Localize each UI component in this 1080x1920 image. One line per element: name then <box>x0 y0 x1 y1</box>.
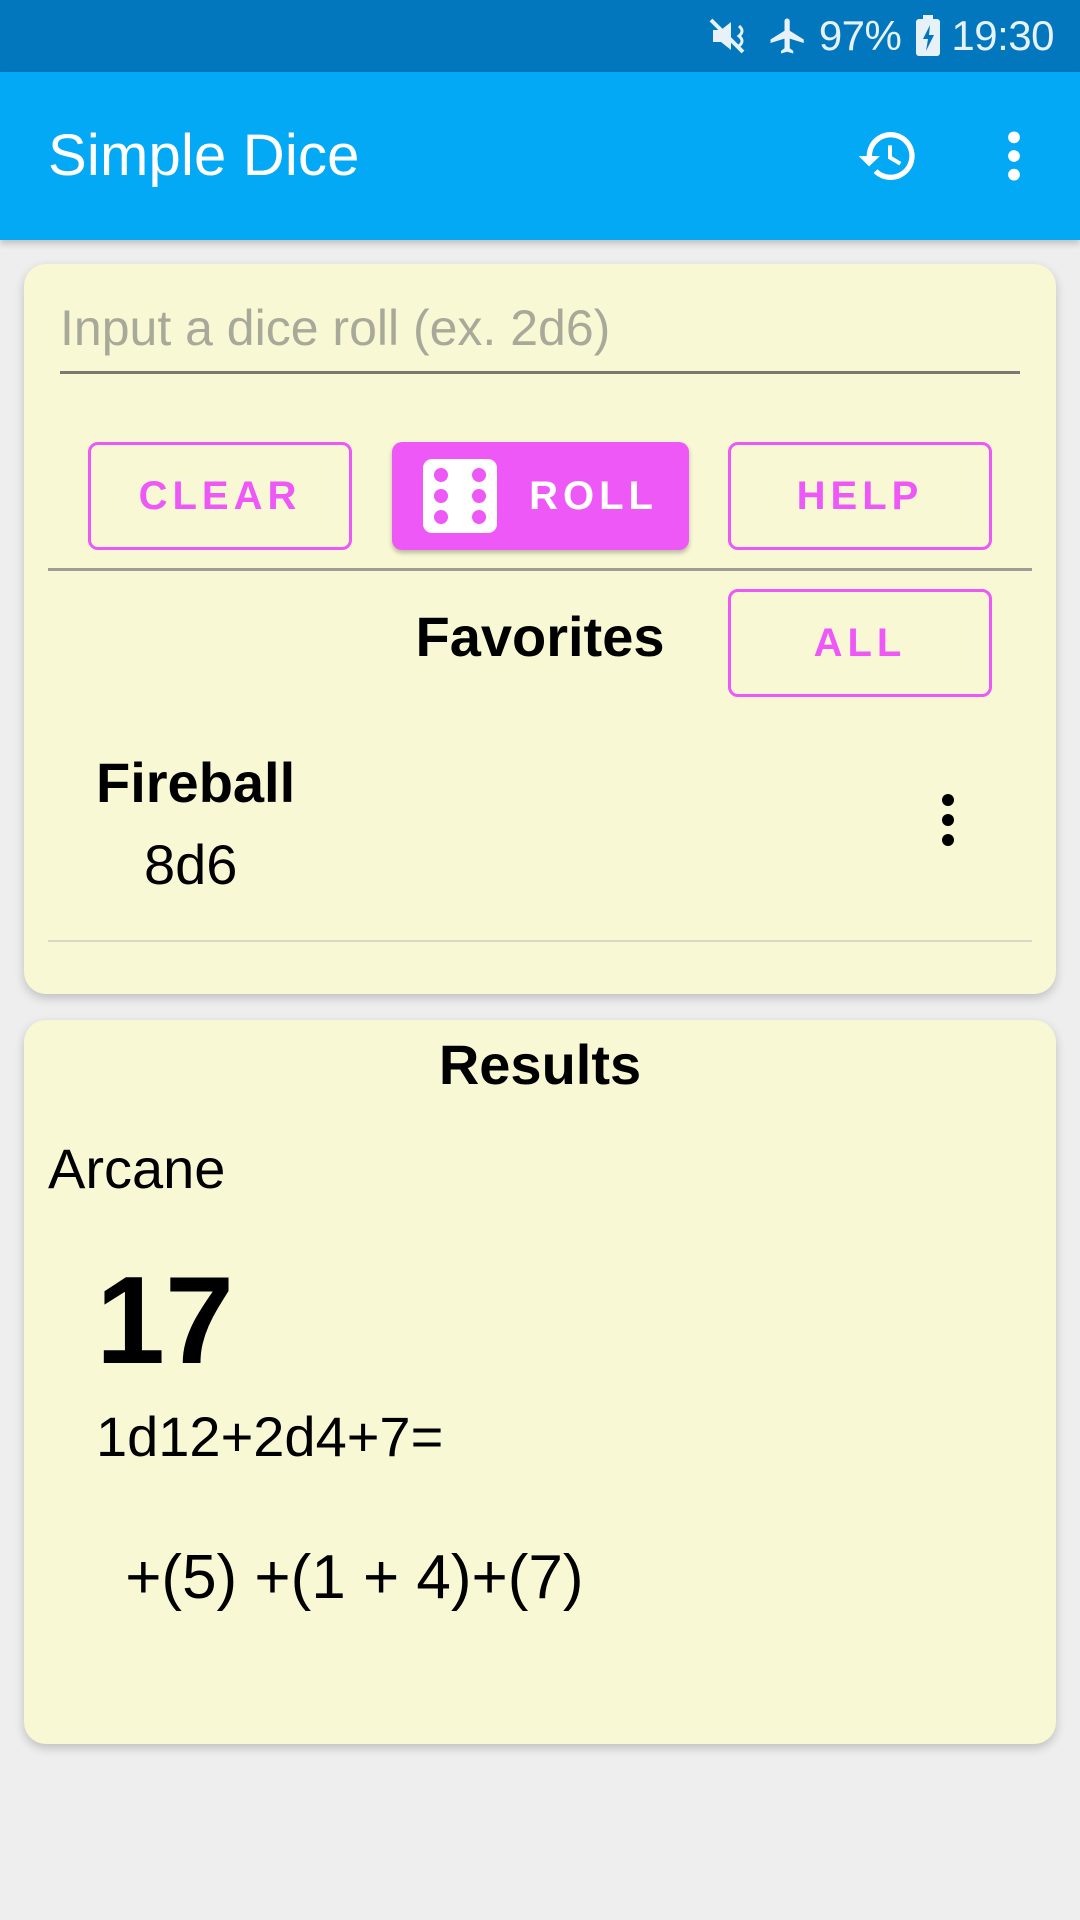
battery-percent: 97% <box>818 12 902 59</box>
vibrate-mute-icon <box>707 16 753 56</box>
results-title: Results <box>438 1033 642 1096</box>
app-bar: Simple Dice <box>0 72 1080 240</box>
divider <box>48 568 1032 571</box>
help-button-label: HELP <box>796 473 924 518</box>
history-icon[interactable] <box>856 124 920 188</box>
airplane-mode-icon <box>767 15 809 57</box>
result-total: 17 <box>96 1252 234 1390</box>
dice-roll-input[interactable] <box>60 290 1020 374</box>
app-title: Simple Dice <box>48 123 360 188</box>
status-bar: 97% 19:30 <box>0 0 1080 72</box>
favorite-more-icon[interactable] <box>920 790 976 850</box>
help-button[interactable]: HELP <box>728 442 992 550</box>
overflow-menu-icon[interactable] <box>982 124 1046 188</box>
favorite-name: Fireball <box>96 751 296 814</box>
roll-button-label: ROLL <box>529 473 658 518</box>
all-button-label: ALL <box>813 620 907 665</box>
result-breakdown: +(5) +(1 + 4)+(7) <box>108 1543 584 1612</box>
result-label: Arcane <box>48 1137 226 1200</box>
favorites-divider <box>48 940 1032 942</box>
battery-charging-icon <box>915 15 941 57</box>
favorite-roll: 8d6 <box>144 833 238 896</box>
clear-button[interactable]: CLEAR <box>88 442 352 550</box>
clear-button-label: CLEAR <box>138 473 302 518</box>
roll-button[interactable]: ROLL <box>392 442 689 550</box>
clock: 19:30 <box>951 12 1054 59</box>
dice-icon <box>423 459 498 533</box>
result-expression: 1d12+2d4+7= <box>96 1405 444 1468</box>
all-favorites-button[interactable]: ALL <box>728 589 992 697</box>
